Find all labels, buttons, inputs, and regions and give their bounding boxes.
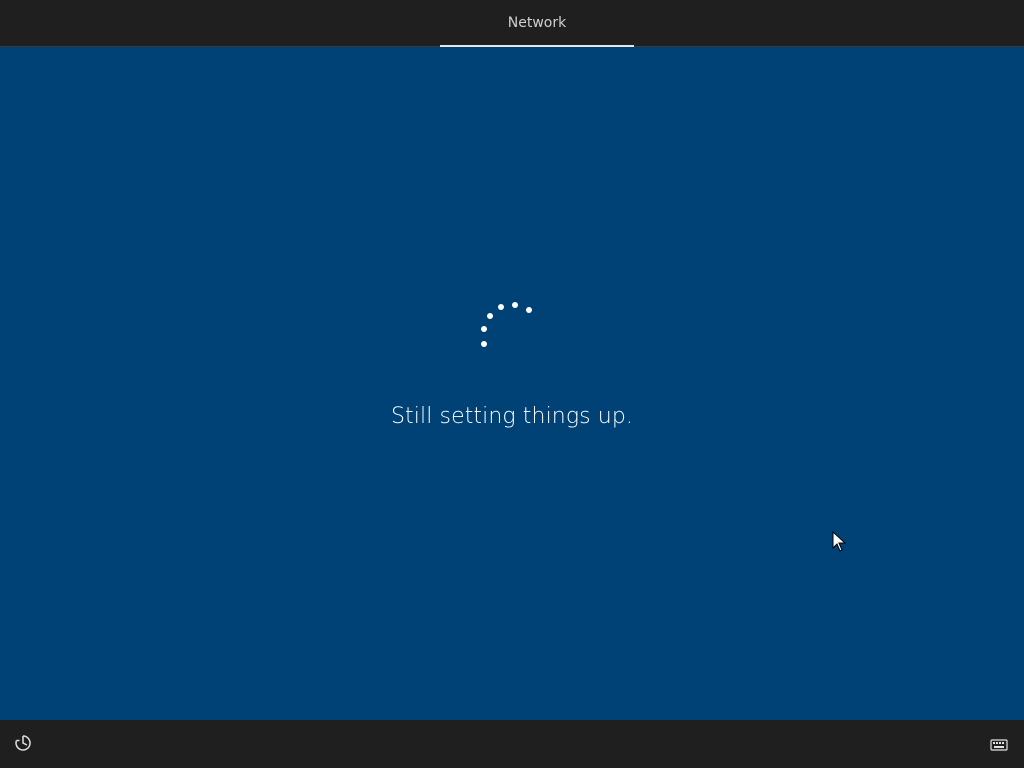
setup-main-area bbox=[0, 47, 1024, 720]
ease-of-access-button[interactable] bbox=[12, 734, 34, 756]
tab-network[interactable]: Network bbox=[440, 0, 634, 47]
top-bar: Network bbox=[0, 0, 1024, 47]
keyboard-icon bbox=[990, 736, 1008, 755]
tab-network-label: Network bbox=[507, 15, 567, 31]
mouse-pointer-icon bbox=[832, 530, 847, 553]
status-message: Still setting things up. bbox=[390, 404, 633, 429]
ease-of-access-icon bbox=[14, 734, 32, 756]
loading-spinner-icon bbox=[470, 292, 542, 356]
bottom-bar bbox=[0, 720, 1024, 768]
keyboard-button[interactable] bbox=[988, 734, 1010, 756]
